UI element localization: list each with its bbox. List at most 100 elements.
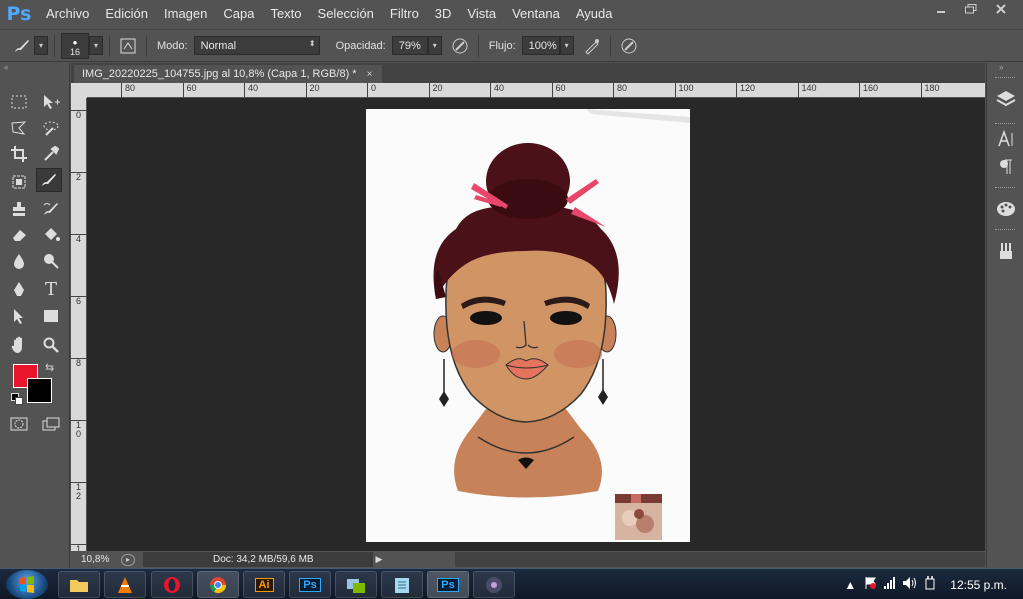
paint-bucket-tool[interactable] xyxy=(38,223,64,247)
taskbar-vlc[interactable] xyxy=(104,571,146,598)
background-color-swatch[interactable] xyxy=(27,378,52,403)
updown-icon: ⬍ xyxy=(308,39,316,48)
layers-panel-button[interactable] xyxy=(987,85,1023,113)
opacity-input[interactable]: 79% xyxy=(391,36,428,55)
flow-dropdown[interactable]: ▾ xyxy=(559,36,574,55)
vertical-ruler[interactable]: 0 2 4 6 8 1 0 1 2 1 4 xyxy=(71,98,87,551)
menu-filtro[interactable]: Filtro xyxy=(382,0,427,28)
taskbar-photoshop-active[interactable]: Ps xyxy=(427,571,469,598)
menu-archivo[interactable]: Archivo xyxy=(38,0,97,28)
close-window-button[interactable] xyxy=(987,0,1015,18)
lasso-tool[interactable] xyxy=(6,116,32,140)
taskbar-explorer[interactable] xyxy=(58,571,100,598)
clone-stamp-tool[interactable] xyxy=(6,197,32,221)
status-menu-arrow[interactable]: ▶ xyxy=(373,552,385,567)
mode-select[interactable]: Normal ⬍ xyxy=(193,36,320,55)
type-tool[interactable]: T xyxy=(38,277,64,301)
horizontal-scrollbar[interactable] xyxy=(455,552,985,567)
horizontal-ruler[interactable]: 80 60 40 20 0 20 40 60 80 100 120 140 160 180 xyxy=(87,83,985,98)
brush-preset-dropdown[interactable]: ▾ xyxy=(34,36,48,55)
restore-button[interactable] xyxy=(957,0,985,18)
close-tab-icon[interactable]: × xyxy=(367,69,373,80)
taskbar-clock[interactable]: 12:55 p.m. xyxy=(940,578,1023,592)
menu-vista[interactable]: Vista xyxy=(459,0,504,28)
swap-colors-icon[interactable]: ⇆ xyxy=(45,361,54,374)
default-colors-icon[interactable] xyxy=(11,393,23,405)
brush-tool-preset[interactable] xyxy=(10,35,34,57)
ruler-corner[interactable] xyxy=(71,83,87,98)
document-tab[interactable]: IMG_20220225_104755.jpg al 10,8% (Capa 1… xyxy=(74,65,382,83)
show-hidden-icons[interactable]: ▲ xyxy=(840,578,860,592)
volume-icon[interactable] xyxy=(900,576,920,593)
path-selection-tool[interactable] xyxy=(6,304,32,328)
eyedropper-tool[interactable] xyxy=(38,142,64,166)
taskbar-media[interactable] xyxy=(473,571,515,598)
pen-tool[interactable] xyxy=(6,277,32,301)
reference-thumbnail[interactable] xyxy=(615,494,662,540)
menu-edicion[interactable]: Edición xyxy=(97,0,156,28)
collapse-icon[interactable]: « xyxy=(0,63,69,73)
power-icon[interactable] xyxy=(920,576,940,593)
network-icon[interactable] xyxy=(880,576,900,593)
zoom-level[interactable]: 10,8% xyxy=(71,554,113,565)
ruler-tick-label: 100 xyxy=(674,83,694,98)
brush-tool[interactable] xyxy=(36,168,62,192)
expand-panels-icon[interactable]: » xyxy=(999,63,1003,72)
menu-capa[interactable]: Capa xyxy=(215,0,262,28)
quick-mask-button[interactable] xyxy=(6,412,32,436)
marquee-tool[interactable] xyxy=(6,90,32,114)
menu-imagen[interactable]: Imagen xyxy=(156,0,215,28)
brush-presets-panel-button[interactable] xyxy=(987,237,1023,265)
windows-logo-icon xyxy=(20,576,34,593)
canvas-area[interactable] xyxy=(87,98,985,551)
swatches-panel-button[interactable] xyxy=(987,195,1023,223)
paragraph-panel-button[interactable] xyxy=(987,153,1023,181)
pressure-size-toggle[interactable] xyxy=(617,35,641,57)
document-tab-bar: IMG_20220225_104755.jpg al 10,8% (Capa 1… xyxy=(71,63,985,83)
character-panel-button[interactable] xyxy=(987,125,1023,153)
action-center-icon[interactable] xyxy=(860,576,880,593)
hand-tool[interactable] xyxy=(6,333,32,357)
move-tool[interactable] xyxy=(38,90,64,114)
healing-tool[interactable] xyxy=(6,170,32,194)
flow-input[interactable]: 100% xyxy=(521,36,560,55)
minimize-button[interactable] xyxy=(927,0,955,18)
brush-icon xyxy=(42,174,56,186)
dodge-tool[interactable] xyxy=(38,249,64,273)
menu-seleccion[interactable]: Selección xyxy=(310,0,382,28)
history-brush-tool[interactable] xyxy=(38,197,64,221)
character-icon xyxy=(997,130,1012,147)
brush-panel-toggle[interactable] xyxy=(116,35,140,57)
start-button[interactable] xyxy=(6,570,48,599)
screen-mode-button[interactable] xyxy=(38,412,64,436)
eraser-tool[interactable] xyxy=(6,223,32,247)
taskbar-notes[interactable] xyxy=(381,571,423,598)
airbrush-toggle[interactable] xyxy=(580,35,604,57)
blur-tool[interactable] xyxy=(6,249,32,273)
zoom-tool[interactable] xyxy=(38,333,64,357)
brush-size-picker[interactable]: ● 16 xyxy=(61,32,89,59)
pressure-opacity-toggle[interactable] xyxy=(448,35,472,57)
menu-ayuda[interactable]: Ayuda xyxy=(568,0,621,28)
document-canvas[interactable] xyxy=(366,109,690,542)
menu-ventana[interactable]: Ventana xyxy=(504,0,568,28)
menu-3d[interactable]: 3D xyxy=(427,0,460,28)
crop-tool[interactable] xyxy=(6,142,32,166)
status-info-icon[interactable]: ▸ xyxy=(121,553,135,566)
ruler-tick-label: 40 xyxy=(244,83,258,98)
quick-selection-tool[interactable] xyxy=(38,116,64,140)
taskbar-opera[interactable] xyxy=(151,571,193,598)
menu-texto[interactable]: Texto xyxy=(262,0,309,28)
taskbar-illustrator[interactable]: Ai xyxy=(243,571,285,598)
eyedropper-icon xyxy=(44,146,59,161)
opacity-dropdown[interactable]: ▾ xyxy=(427,36,442,55)
photoshop-logo: Ps xyxy=(6,3,32,25)
separator xyxy=(109,34,110,57)
taskbar-photoshop[interactable]: Ps xyxy=(289,571,331,598)
brush-size-dropdown[interactable]: ▾ xyxy=(89,36,103,55)
taskbar-chrome[interactable] xyxy=(197,571,239,598)
taskbar-photos[interactable] xyxy=(335,571,377,598)
system-tray: ▲ 12:55 p.m. xyxy=(840,569,1023,599)
mode-label: Modo: xyxy=(157,39,188,52)
rectangle-tool[interactable] xyxy=(38,304,64,328)
